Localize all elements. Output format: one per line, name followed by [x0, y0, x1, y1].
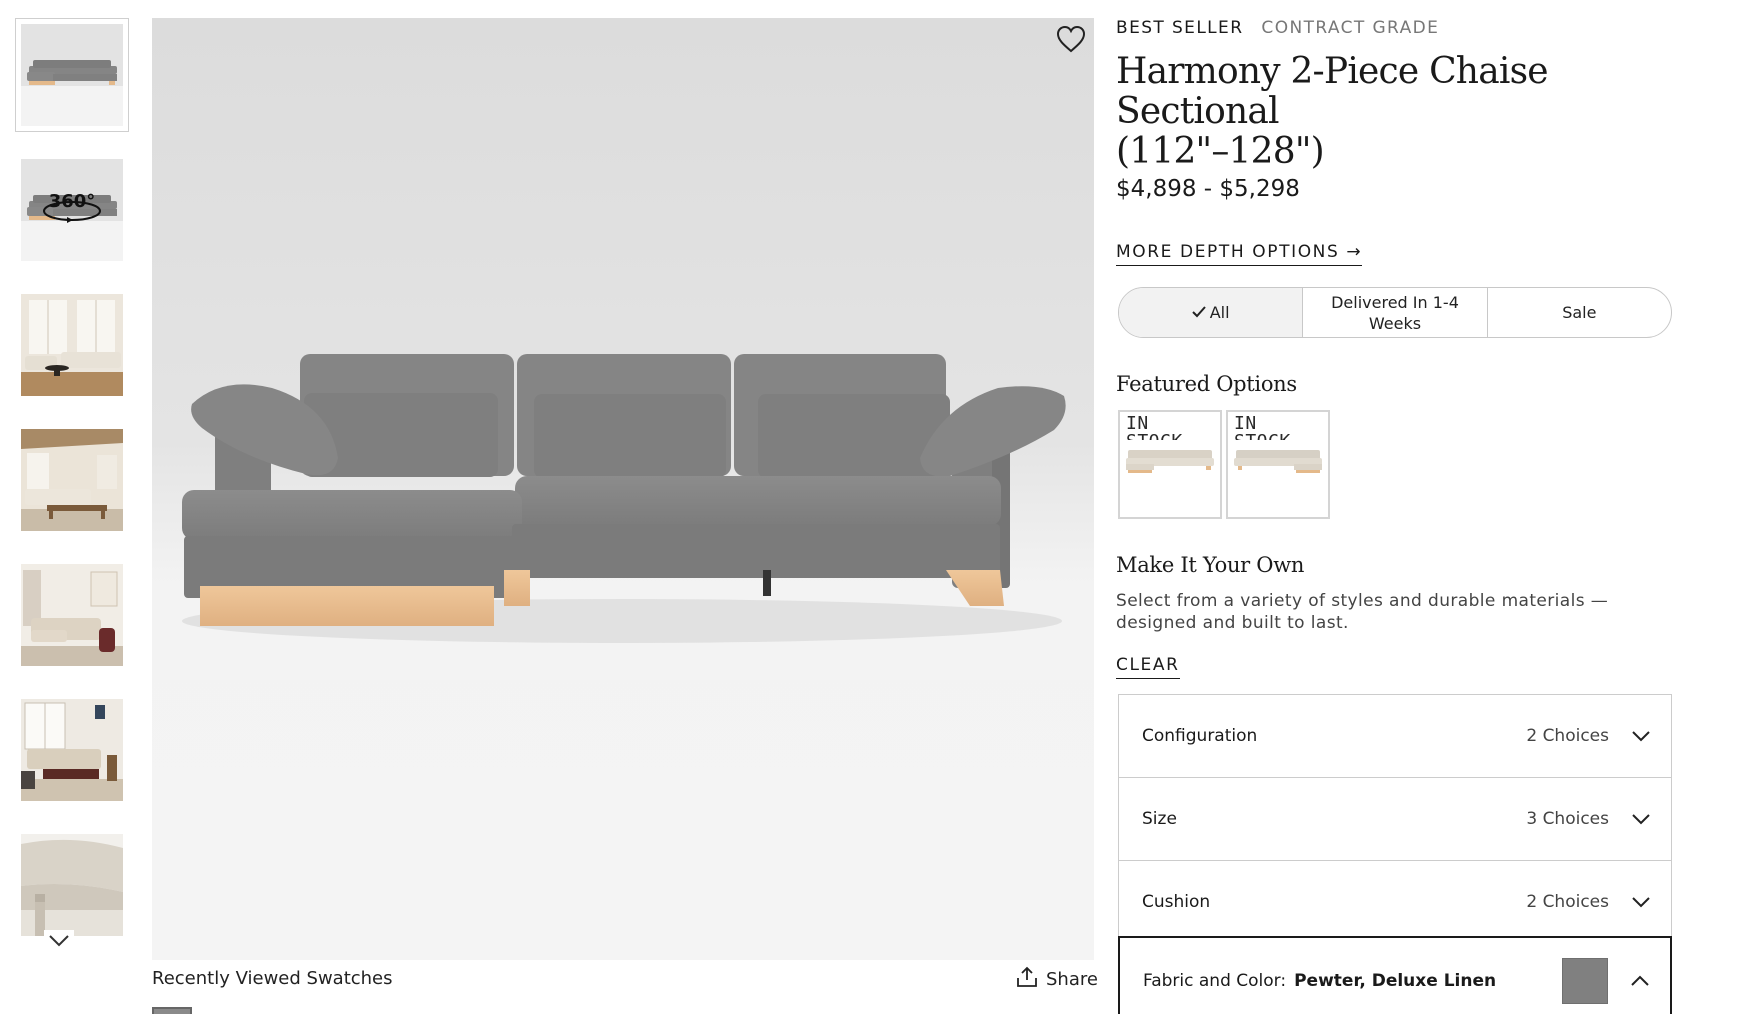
thumbnail-image — [21, 429, 123, 531]
featured-option-2[interactable]: IN STOCK — [1226, 410, 1330, 519]
thumbnail-3[interactable] — [15, 288, 129, 402]
share-icon — [1016, 966, 1038, 993]
filter-all[interactable]: All — [1119, 288, 1304, 337]
option-cushion[interactable]: Cushion 2 Choices — [1118, 860, 1672, 944]
option-label: Configuration — [1142, 726, 1258, 746]
option-count: 2 Choices — [1526, 726, 1609, 746]
filter-sale-label: Sale — [1562, 303, 1597, 322]
clear-button[interactable]: CLEAR — [1116, 655, 1180, 679]
featured-option-1[interactable]: IN STOCK — [1118, 410, 1222, 519]
option-count: 2 Choices — [1526, 892, 1609, 912]
chevron-down-icon — [48, 933, 70, 952]
thumbnail-image — [21, 24, 123, 126]
product-title-line1: Harmony 2-Piece Chaise Sectional — [1116, 51, 1549, 132]
thumbnail-image — [21, 699, 123, 801]
thumbnail-image: 360° — [21, 159, 123, 261]
thumbnails-next-button[interactable] — [44, 930, 74, 954]
fabric-color-value: Pewter, Deluxe Linen — [1294, 971, 1497, 991]
option-size[interactable]: Size 3 Choices — [1118, 777, 1672, 861]
option-label: Size — [1142, 809, 1177, 829]
check-icon — [1192, 302, 1206, 323]
selected-fabric-swatch — [1562, 958, 1608, 1004]
rotate-360-icon: 360° — [48, 191, 96, 212]
thumbnail-360[interactable]: 360° — [15, 153, 129, 267]
option-count: 3 Choices — [1526, 809, 1609, 829]
sofa-illustration — [182, 354, 1066, 643]
chevron-down-icon — [1629, 807, 1653, 831]
filter-delivered-line1: Delivered In 1-4 — [1331, 292, 1459, 312]
option-label: Fabric and Color: Pewter, Deluxe Linen — [1143, 971, 1496, 991]
more-depth-options-link[interactable]: MORE DEPTH OPTIONS → — [1116, 242, 1363, 266]
filter-sale[interactable]: Sale — [1488, 288, 1671, 337]
thumbnail-image — [21, 834, 123, 936]
thumbnail-4[interactable] — [15, 423, 129, 537]
share-label: Share — [1046, 969, 1098, 990]
product-badges: BEST SELLER CONTRACT GRADE — [1116, 18, 1439, 38]
share-button[interactable]: Share — [1016, 966, 1098, 993]
make-it-your-own-heading: Make It Your Own — [1116, 553, 1305, 577]
option-label: Cushion — [1142, 892, 1211, 912]
chevron-down-icon — [1629, 724, 1653, 748]
more-depth-label: MORE DEPTH OPTIONS — [1116, 242, 1340, 262]
filter-delivered[interactable]: Delivered In 1-4 Weeks — [1303, 288, 1488, 337]
arrow-right-icon: → — [1346, 242, 1363, 262]
best-seller-badge: BEST SELLER — [1116, 18, 1244, 38]
chevron-up-icon — [1628, 969, 1652, 993]
product-title: Harmony 2-Piece Chaise Sectional (112"–1… — [1116, 52, 1676, 172]
thumbnail-5[interactable] — [15, 558, 129, 672]
featured-options-heading: Featured Options — [1116, 372, 1297, 396]
thumbnail-7[interactable] — [15, 828, 129, 942]
availability-filter: All Delivered In 1-4 Weeks Sale — [1118, 287, 1672, 338]
filter-delivered-label: Delivered In 1-4 Weeks — [1331, 292, 1459, 334]
main-product-image[interactable] — [152, 18, 1094, 960]
option-configuration[interactable]: Configuration 2 Choices — [1118, 694, 1672, 778]
make-it-your-own-description: Select from a variety of styles and dura… — [1116, 591, 1609, 633]
product-title-line2: (112"–128") — [1116, 131, 1325, 172]
product-price: $4,898 - $5,298 — [1116, 176, 1300, 202]
recent-swatch[interactable] — [152, 1007, 192, 1014]
featured-sofa-image — [1120, 440, 1220, 500]
featured-sofa-image — [1228, 440, 1328, 500]
thumbnail-image — [21, 294, 123, 396]
option-fabric-color[interactable]: Fabric and Color: Pewter, Deluxe Linen — [1118, 936, 1672, 1014]
contract-grade-badge: CONTRACT GRADE — [1261, 18, 1440, 38]
favorite-button[interactable] — [1054, 24, 1088, 58]
heart-icon — [1056, 25, 1086, 57]
thumbnail-6[interactable] — [15, 693, 129, 807]
chevron-down-icon — [1629, 890, 1653, 914]
filter-all-label: All — [1209, 303, 1230, 322]
recently-viewed-label: Recently Viewed Swatches — [152, 968, 393, 989]
thumbnail-image — [21, 564, 123, 666]
thumbnail-1[interactable] — [15, 18, 129, 132]
fabric-color-label: Fabric and Color: — [1143, 971, 1287, 991]
filter-delivered-line2: Weeks — [1368, 313, 1422, 333]
